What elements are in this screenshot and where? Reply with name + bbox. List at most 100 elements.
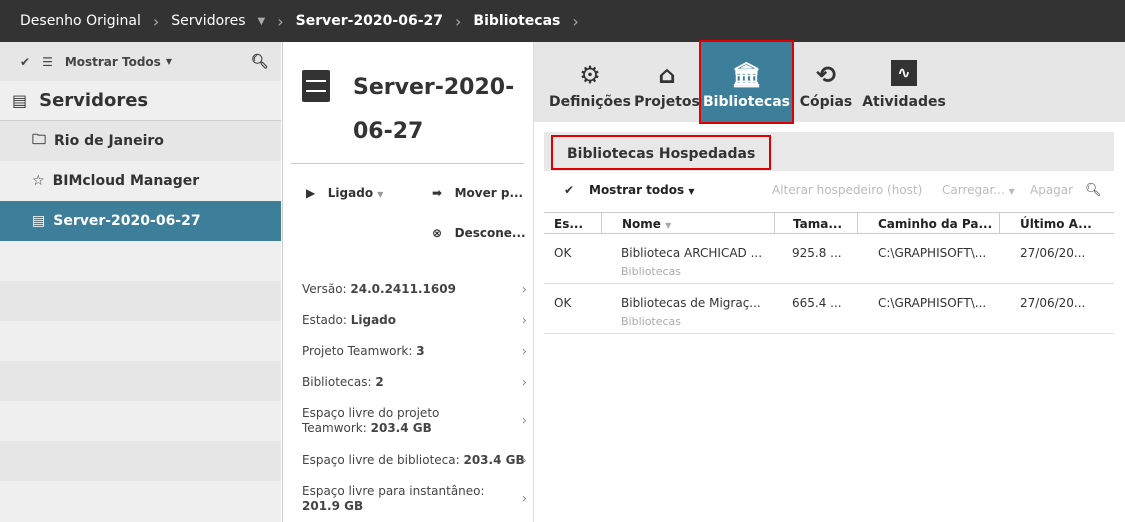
search-icon[interactable]: 🔍︎ [1085, 183, 1102, 198]
cell-size: 665.4 ... [792, 296, 842, 310]
cell-last: 27/06/20... [1020, 296, 1086, 310]
cell-status: OK [554, 246, 572, 260]
empty-row [0, 481, 281, 521]
chevron-right-icon: › [521, 413, 527, 429]
move-label: Mover p... [454, 186, 524, 200]
manager-icon: ☆ [32, 173, 45, 189]
table-row[interactable]: OK Bibliotecas de Migraç... Bibliotecas … [544, 284, 1114, 334]
play-icon: ▶ [306, 186, 316, 200]
column-header-path[interactable]: Caminho da Pa... [857, 213, 992, 233]
server-icon [302, 70, 330, 102]
empty-row [0, 241, 281, 281]
arrow-right-icon: ➡ [432, 186, 443, 200]
info-state[interactable]: Estado: Ligado › [302, 313, 527, 328]
table-header: Es... Nome ▼ Tama... Caminho da Pa... Úl… [544, 212, 1114, 234]
info-libraries[interactable]: Bibliotecas: 2 › [302, 375, 527, 390]
check-icon[interactable]: ✔ [564, 183, 574, 197]
chevron-right-icon: › [152, 11, 160, 31]
chevron-right-icon: › [521, 313, 527, 328]
change-host-button[interactable]: Alterar hospedeiro (host) [772, 183, 922, 197]
caret-down-icon[interactable]: ▼ [258, 16, 266, 27]
check-icon[interactable]: ✔ [20, 55, 30, 69]
breadcrumb-item[interactable]: Bibliotecas [473, 13, 560, 29]
table-toolbar: ✔ Mostrar todos ▼ Alterar hospedeiro (ho… [544, 183, 1114, 201]
chevron-right-icon: › [277, 11, 284, 31]
chevron-right-icon: › [521, 344, 527, 359]
caret-down-icon: ▼ [165, 57, 172, 66]
sidebar-item-server[interactable]: ▤ Server-2020-06-27 [0, 201, 281, 241]
empty-row [0, 401, 281, 441]
tab-bar: ⚙ Definições ⌂ Projetos 🏛︎ Bibliotecas ⟲ Cóp… [534, 40, 1125, 124]
cell-last: 27/06/20... [1020, 246, 1086, 260]
column-header-size[interactable]: Tama... [774, 213, 842, 233]
caret-down-icon: ▼ [1008, 187, 1015, 196]
library-icon: 🏛︎ [731, 61, 762, 89]
empty-row [0, 441, 281, 481]
info-value: 24.0.2411.1609 [350, 282, 456, 296]
list-icon[interactable]: ☰ [42, 55, 53, 69]
info-version[interactable]: Versão: 24.0.2411.1609 › [302, 282, 527, 297]
cell-status: OK [554, 296, 572, 310]
projects-icon: ⌂ [658, 61, 676, 89]
table-row[interactable]: OK Biblioteca ARCHICAD ... Bibliotecas 9… [544, 234, 1114, 284]
tab-definicoes[interactable]: ⚙ Definições [549, 42, 632, 122]
info-value: 203.4 GB [370, 421, 432, 435]
breadcrumb-item[interactable]: Desenho Original [20, 13, 141, 29]
info-value: Ligado [350, 313, 396, 327]
info-label: Projeto Teamwork: [302, 344, 417, 358]
move-button[interactable]: ➡ Mover p... [432, 186, 523, 200]
breadcrumb-item[interactable]: Server-2020-06-27 [296, 13, 443, 29]
sidebar-toolbar: ✔ ☰ Mostrar Todos ▼ 🔍︎ [0, 42, 281, 81]
page-title: Server-2020- 06-27 [353, 66, 514, 154]
cell-type: Bibliotecas [621, 265, 682, 278]
info-snapshot-space[interactable]: Espaço livre para instantâneo: 201.9 GB › [302, 484, 527, 514]
column-header-status[interactable]: Es... [554, 217, 583, 231]
tab-projetos[interactable]: ⌂ Projetos [634, 42, 700, 122]
search-icon[interactable]: 🔍︎ [251, 54, 269, 70]
info-library-space[interactable]: Espaço livre de biblioteca: 203.4 GB › [302, 453, 527, 468]
sidebar-item-bimcloud-manager[interactable]: ☆ BIMcloud Manager [0, 161, 281, 201]
chevron-right-icon: › [521, 491, 527, 507]
divider [291, 163, 524, 164]
caret-down-icon: ▼ [377, 190, 384, 199]
disconnect-button[interactable]: ⊗ Descone... [432, 226, 526, 240]
tab-label: Cópias [799, 94, 853, 110]
delete-button[interactable]: Apagar [1030, 183, 1073, 197]
sidebar-item-rio-de-janeiro[interactable]: 🗀 Rio de Janeiro [0, 121, 281, 161]
column-header-last[interactable]: Último A... [999, 213, 1092, 233]
sidebar-header: ▤ Servidores [0, 81, 281, 121]
show-all-dropdown[interactable]: Mostrar todos ▼ [589, 183, 694, 197]
upload-label: Carregar... [942, 183, 1005, 197]
info-value: 2 [375, 375, 384, 389]
column-label: Nome [622, 217, 661, 231]
chevron-right-icon: › [521, 282, 527, 297]
chevron-right-icon: › [455, 11, 462, 31]
info-label: Bibliotecas: [302, 375, 376, 389]
tab-label: Definições [549, 94, 632, 110]
show-all-dropdown[interactable]: Mostrar Todos [65, 55, 161, 69]
tab-copias[interactable]: ⟲ Cópias [798, 42, 854, 122]
sidebar-title: Servidores [39, 90, 149, 111]
tab-bibliotecas[interactable]: 🏛︎ Bibliotecas [699, 40, 794, 124]
title-line: Server-2020- [353, 75, 515, 100]
info-project-space[interactable]: Espaço livre do projeto Teamwork: 203.4 … [302, 406, 527, 436]
chevron-right-icon: › [572, 11, 579, 31]
state-label: Ligado [327, 186, 374, 200]
info-value: 201.9 GB [302, 499, 364, 513]
tab-label: Projetos [634, 94, 700, 110]
title-line: 06-27 [353, 119, 424, 144]
tab-label: Atividades [862, 94, 946, 110]
info-projects[interactable]: Projeto Teamwork: 3 › [302, 344, 527, 359]
info-label: Espaço livre de biblioteca: [302, 453, 464, 467]
info-label: Espaço livre para instantâneo: [302, 484, 485, 498]
column-header-name[interactable]: Nome ▼ [601, 213, 671, 233]
cell-path: C:\GRAPHISOFT\... [878, 296, 987, 310]
upload-dropdown[interactable]: Carregar... ▼ [942, 183, 1015, 197]
breadcrumb-item[interactable]: Servidores [171, 13, 245, 29]
tab-atividades[interactable]: ∿ Atividades [862, 42, 946, 122]
server-icon: ▤ [32, 213, 46, 229]
cell-size: 925.8 ... [792, 246, 842, 260]
backup-icon: ⟲ [815, 61, 837, 89]
breadcrumb-bar: Desenho Original › Servidores ▼ › Server-20… [0, 0, 1125, 42]
state-dropdown[interactable]: ▶ Ligado ▼ [306, 186, 383, 200]
